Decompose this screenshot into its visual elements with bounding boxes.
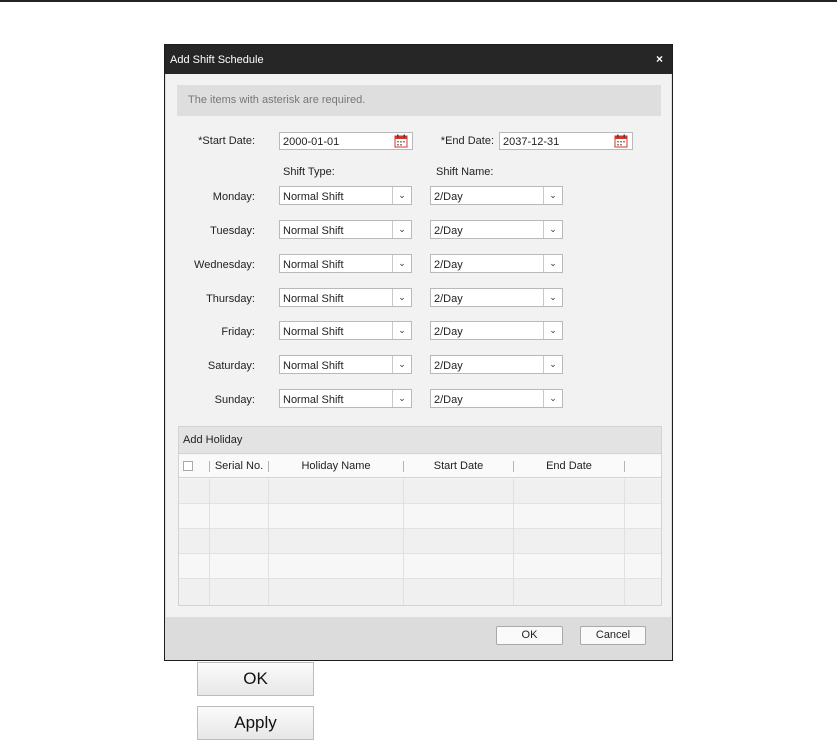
cancel-button[interactable]: Cancel xyxy=(580,626,646,645)
shift-name-value: 2/Day xyxy=(434,326,463,338)
shift-name-select-friday[interactable]: 2/Day ⌄ xyxy=(430,321,563,340)
shift-name-header: Shift Name: xyxy=(436,166,494,178)
table-row[interactable] xyxy=(179,479,661,504)
shift-type-select-saturday[interactable]: Normal Shift ⌄ xyxy=(279,355,412,374)
column-divider xyxy=(403,479,404,605)
day-label-friday: Friday: xyxy=(221,326,255,338)
column-divider xyxy=(209,479,210,605)
required-notice: The items with asterisk are required. xyxy=(177,85,661,116)
shift-name-select-thursday[interactable]: 2/Day ⌄ xyxy=(430,288,563,307)
table-row[interactable] xyxy=(179,579,661,605)
shift-name-value: 2/Day xyxy=(434,293,463,305)
table-row[interactable] xyxy=(179,504,661,529)
chevron-down-icon[interactable]: ⌄ xyxy=(543,322,562,339)
shift-name-select-tuesday[interactable]: 2/Day ⌄ xyxy=(430,220,563,239)
column-start-date[interactable]: Start Date xyxy=(404,455,513,477)
chevron-down-icon[interactable]: ⌄ xyxy=(543,255,562,272)
shift-type-select-sunday[interactable]: Normal Shift ⌄ xyxy=(279,389,412,408)
table-row[interactable] xyxy=(179,554,661,579)
holiday-table-header: Serial No. Holiday Name Start Date End D… xyxy=(179,455,661,478)
start-date-field[interactable]: 2000-01-01 xyxy=(279,132,413,150)
shift-type-value: Normal Shift xyxy=(283,225,344,237)
chevron-down-icon[interactable]: ⌄ xyxy=(392,255,411,272)
close-icon[interactable]: × xyxy=(656,52,663,66)
column-divider xyxy=(268,479,269,605)
chevron-down-icon[interactable]: ⌄ xyxy=(392,356,411,373)
shift-name-value: 2/Day xyxy=(434,394,463,406)
chevron-down-icon[interactable]: ⌄ xyxy=(543,289,562,306)
page-top-rule xyxy=(0,0,837,2)
shift-type-value: Normal Shift xyxy=(283,326,344,338)
shift-type-select-friday[interactable]: Normal Shift ⌄ xyxy=(279,321,412,340)
ok-button-large[interactable]: OK xyxy=(197,662,314,696)
column-divider xyxy=(513,479,514,605)
end-date-field[interactable]: 2037-12-31 xyxy=(499,132,633,150)
shift-type-select-tuesday[interactable]: Normal Shift ⌄ xyxy=(279,220,412,239)
day-label-saturday: Saturday: xyxy=(207,360,255,372)
day-label-monday: Monday: xyxy=(212,191,255,203)
shift-name-select-monday[interactable]: 2/Day ⌄ xyxy=(430,186,563,205)
chevron-down-icon[interactable]: ⌄ xyxy=(543,221,562,238)
start-date-label: *Start Date: xyxy=(198,135,255,147)
column-divider xyxy=(624,479,625,605)
table-row[interactable] xyxy=(179,529,661,554)
shift-name-value: 2/Day xyxy=(434,259,463,271)
column-end-date[interactable]: End Date xyxy=(514,455,624,477)
shift-name-select-sunday[interactable]: 2/Day ⌄ xyxy=(430,389,563,408)
calendar-icon[interactable] xyxy=(394,134,408,148)
column-serial-no[interactable]: Serial No. xyxy=(210,455,268,477)
day-label-tuesday: Tuesday: xyxy=(210,225,255,237)
shift-type-select-wednesday[interactable]: Normal Shift ⌄ xyxy=(279,254,412,273)
dialog-title: Add Shift Schedule xyxy=(170,54,264,66)
shift-name-value: 2/Day xyxy=(434,360,463,372)
chevron-down-icon[interactable]: ⌄ xyxy=(543,356,562,373)
shift-name-value: 2/Day xyxy=(434,225,463,237)
day-label-wednesday: Wednesday: xyxy=(194,259,255,271)
chevron-down-icon[interactable]: ⌄ xyxy=(392,322,411,339)
end-date-label: *End Date: xyxy=(440,135,494,147)
day-label-thursday: Thursday: xyxy=(206,293,255,305)
column-holiday-name[interactable]: Holiday Name xyxy=(269,455,403,477)
day-label-sunday: Sunday: xyxy=(214,394,255,406)
add-holiday-panel: Add Holiday Serial No. Holiday Name Star… xyxy=(178,426,662,606)
chevron-down-icon[interactable]: ⌄ xyxy=(392,221,411,238)
start-date-value: 2000-01-01 xyxy=(283,136,340,148)
shift-type-select-thursday[interactable]: Normal Shift ⌄ xyxy=(279,288,412,307)
shift-type-value: Normal Shift xyxy=(283,259,344,271)
add-shift-schedule-dialog: Add Shift Schedule × The items with aste… xyxy=(164,44,673,661)
column-separator xyxy=(624,461,625,472)
shift-name-select-saturday[interactable]: 2/Day ⌄ xyxy=(430,355,563,374)
shift-type-value: Normal Shift xyxy=(283,191,344,203)
select-all-checkbox[interactable] xyxy=(183,461,193,471)
shift-type-value: Normal Shift xyxy=(283,394,344,406)
chevron-down-icon[interactable]: ⌄ xyxy=(543,390,562,407)
chevron-down-icon[interactable]: ⌄ xyxy=(543,187,562,204)
shift-type-value: Normal Shift xyxy=(283,360,344,372)
shift-type-select-monday[interactable]: Normal Shift ⌄ xyxy=(279,186,412,205)
chevron-down-icon[interactable]: ⌄ xyxy=(392,187,411,204)
add-holiday-title: Add Holiday xyxy=(179,427,661,454)
shift-name-value: 2/Day xyxy=(434,191,463,203)
apply-button-large[interactable]: Apply xyxy=(197,706,314,740)
dialog-titlebar[interactable]: Add Shift Schedule × xyxy=(165,45,672,74)
shift-type-value: Normal Shift xyxy=(283,293,344,305)
dialog-content: The items with asterisk are required. *S… xyxy=(166,74,671,617)
shift-name-select-wednesday[interactable]: 2/Day ⌄ xyxy=(430,254,563,273)
chevron-down-icon[interactable]: ⌄ xyxy=(392,289,411,306)
chevron-down-icon[interactable]: ⌄ xyxy=(392,390,411,407)
ok-button[interactable]: OK xyxy=(496,626,563,645)
shift-type-header: Shift Type: xyxy=(283,166,335,178)
end-date-value: 2037-12-31 xyxy=(503,136,560,148)
calendar-icon[interactable] xyxy=(614,134,628,148)
